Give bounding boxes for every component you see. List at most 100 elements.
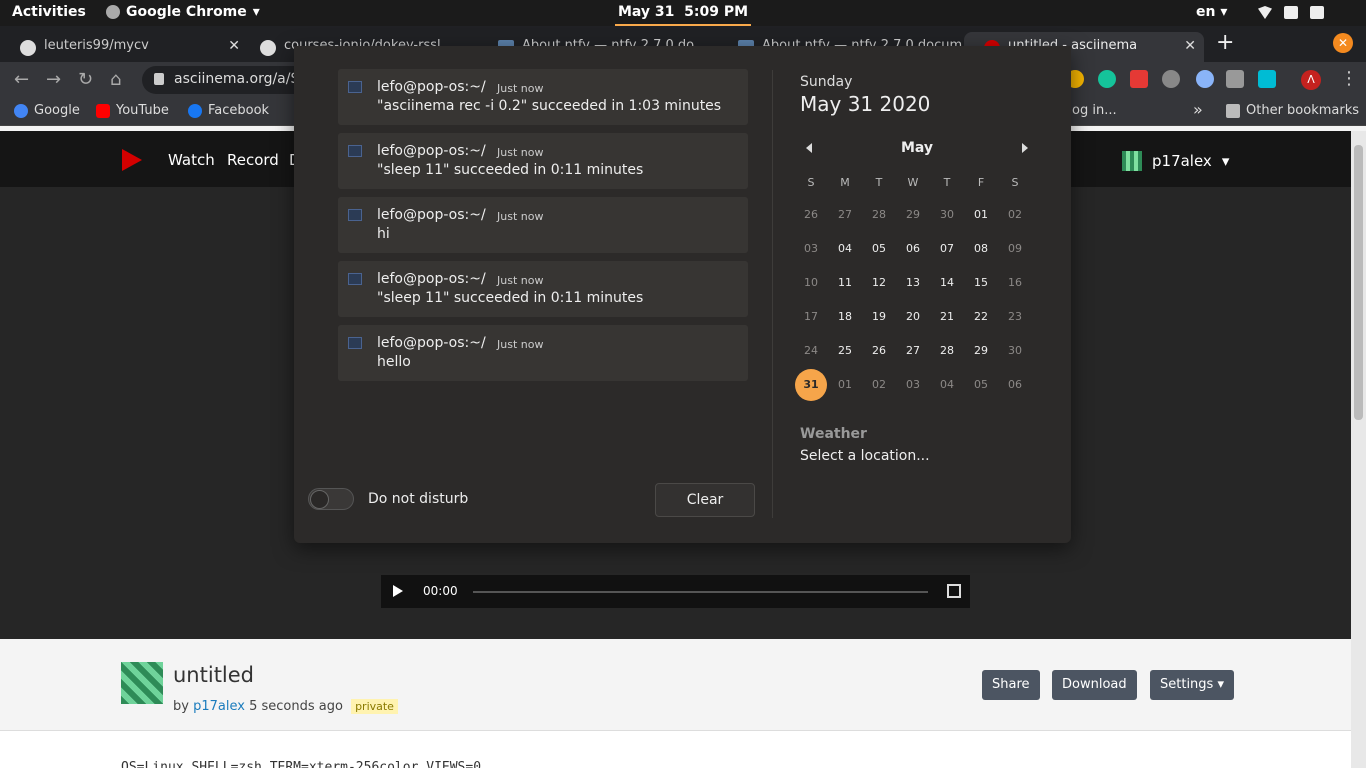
calendar-day[interactable]: 28 [930, 334, 964, 368]
calendar-day[interactable]: 25 [828, 334, 862, 368]
calendar-day[interactable]: 29 [964, 334, 998, 368]
calendar-day[interactable]: 02 [998, 198, 1032, 232]
new-tab-button[interactable]: + [1216, 30, 1234, 55]
bookmark-other[interactable]: Other bookmarks [1226, 103, 1359, 118]
notification-item[interactable]: lefo@pop-os:~/ Just now "sleep 11" succe… [338, 261, 748, 317]
calendar-day[interactable]: 24 [794, 334, 828, 368]
author-link[interactable]: p17alex [193, 699, 245, 714]
play-icon[interactable] [393, 585, 403, 597]
calendar-day[interactable]: 06 [896, 232, 930, 266]
pocket-extension-icon[interactable] [1258, 70, 1276, 88]
home-icon[interactable]: ⌂ [110, 69, 121, 90]
notification-time: Just now [497, 274, 544, 287]
calendar-day[interactable]: 30 [930, 198, 964, 232]
progress-track[interactable] [473, 591, 928, 593]
bookmark-login[interactable]: og in... [1072, 103, 1117, 118]
clock-button[interactable]: May 31 5:09 PM [615, 0, 751, 26]
bookmark-facebook[interactable]: Facebook [188, 103, 269, 118]
share-button[interactable]: Share [982, 670, 1040, 700]
grammarly-icon[interactable] [1098, 70, 1116, 88]
calendar-day[interactable]: 09 [998, 232, 1032, 266]
calendar-day[interactable]: 16 [998, 266, 1032, 300]
next-month-icon[interactable] [1022, 143, 1028, 153]
calendar-day[interactable]: 27 [896, 334, 930, 368]
notification-item[interactable]: lefo@pop-os:~/ Just now hi [338, 197, 748, 253]
calendar-day[interactable]: 19 [862, 300, 896, 334]
calendar-day[interactable]: 05 [862, 232, 896, 266]
asciinema-logo[interactable] [122, 149, 142, 171]
nav-record[interactable]: Record [227, 151, 279, 169]
notification-item[interactable]: lefo@pop-os:~/ Just now hello [338, 325, 748, 381]
calendar-day[interactable]: 02 [862, 368, 896, 402]
calendar-day[interactable]: 29 [896, 198, 930, 232]
calendar-day[interactable]: 28 [862, 198, 896, 232]
calendar-day[interactable]: 12 [862, 266, 896, 300]
reload-icon[interactable]: ↻ [78, 69, 93, 90]
calendar-day[interactable]: 18 [828, 300, 862, 334]
calendar-day[interactable]: 01 [828, 368, 862, 402]
tab-mycv[interactable]: leuteris99/mycv ✕ [0, 32, 248, 62]
calendar-day[interactable]: 26 [862, 334, 896, 368]
window-close-button[interactable]: ✕ [1333, 33, 1353, 53]
bookmark-google[interactable]: Google [14, 103, 80, 118]
notification-item[interactable]: lefo@pop-os:~/ Just now "sleep 11" succe… [338, 133, 748, 189]
kebab-menu-icon[interactable]: ⋮ [1340, 68, 1358, 89]
download-button[interactable]: Download [1052, 670, 1137, 700]
author-avatar[interactable] [121, 662, 163, 704]
video-extension-icon[interactable] [1130, 70, 1148, 88]
calendar-day[interactable]: 04 [828, 232, 862, 266]
weekday-header-row: SMTWTFS [794, 174, 1032, 196]
calendar-day[interactable]: 21 [930, 300, 964, 334]
calendar-day[interactable]: 20 [896, 300, 930, 334]
notification-item[interactable]: lefo@pop-os:~/ Just now "asciinema rec -… [338, 69, 748, 125]
scrollbar-thumb[interactable] [1354, 145, 1363, 420]
forward-icon[interactable]: → [46, 69, 61, 90]
calendar-day[interactable]: 04 [930, 368, 964, 402]
calendar-day[interactable]: 15 [964, 266, 998, 300]
calendar-day[interactable]: 03 [896, 368, 930, 402]
user-menu[interactable]: p17alex ▾ [1122, 151, 1229, 171]
app-menu[interactable]: Google Chrome ▾ [106, 4, 260, 20]
calendar-day[interactable]: 10 [794, 266, 828, 300]
do-not-disturb-toggle[interactable] [308, 488, 354, 510]
calendar-day[interactable]: 22 [964, 300, 998, 334]
fullscreen-icon[interactable] [947, 584, 961, 598]
language-indicator[interactable]: en ▾ [1196, 4, 1227, 20]
weather-location-button[interactable]: Select a location... [800, 448, 930, 464]
calendar-grid: S M T W T F S 26 27 28 29 30 01 02 03 04 05 06 07 08 09 10 11 1… [794, 174, 1032, 402]
calendar-day[interactable]: 14 [930, 266, 964, 300]
bookmarks-overflow-button[interactable]: » [1193, 100, 1203, 119]
extension-icon[interactable] [1162, 70, 1180, 88]
calendar-day[interactable]: 11 [828, 266, 862, 300]
volume-icon [1284, 6, 1298, 19]
chat-extension-icon[interactable] [1196, 70, 1214, 88]
calendar-day[interactable]: 31 [794, 368, 828, 402]
profile-avatar[interactable]: Λ [1301, 70, 1321, 90]
settings-button[interactable]: Settings ▾ [1150, 670, 1234, 700]
activities-button[interactable]: Activities [12, 4, 86, 20]
calendar-day[interactable]: 17 [794, 300, 828, 334]
recording-byline: by p17alex 5 seconds ago private [173, 699, 398, 714]
calendar-day[interactable]: 30 [998, 334, 1032, 368]
calendar-day[interactable]: 01 [964, 198, 998, 232]
calendar-day[interactable]: 27 [828, 198, 862, 232]
prev-month-icon[interactable] [806, 143, 812, 153]
calendar-day[interactable]: 06 [998, 368, 1032, 402]
box-extension-icon[interactable] [1226, 70, 1244, 88]
close-icon[interactable]: ✕ [228, 38, 240, 54]
calendar-day[interactable]: 08 [964, 232, 998, 266]
close-icon[interactable]: ✕ [1184, 38, 1196, 54]
system-tray[interactable] [1258, 6, 1324, 19]
calendar-day[interactable]: 23 [998, 300, 1032, 334]
calendar-day[interactable]: 05 [964, 368, 998, 402]
calendar-day[interactable]: 07 [930, 232, 964, 266]
calendar-day[interactable]: 13 [896, 266, 930, 300]
bookmark-youtube[interactable]: YouTube [96, 103, 169, 118]
calendar-day[interactable]: 26 [794, 198, 828, 232]
notification-body: "asciinema rec -i 0.2" succeeded in 1:03… [377, 98, 722, 114]
page-scrollbar[interactable] [1351, 131, 1366, 768]
clear-notifications-button[interactable]: Clear [655, 483, 755, 517]
calendar-day[interactable]: 03 [794, 232, 828, 266]
back-icon[interactable]: ← [14, 69, 29, 90]
nav-watch[interactable]: Watch [168, 151, 215, 169]
